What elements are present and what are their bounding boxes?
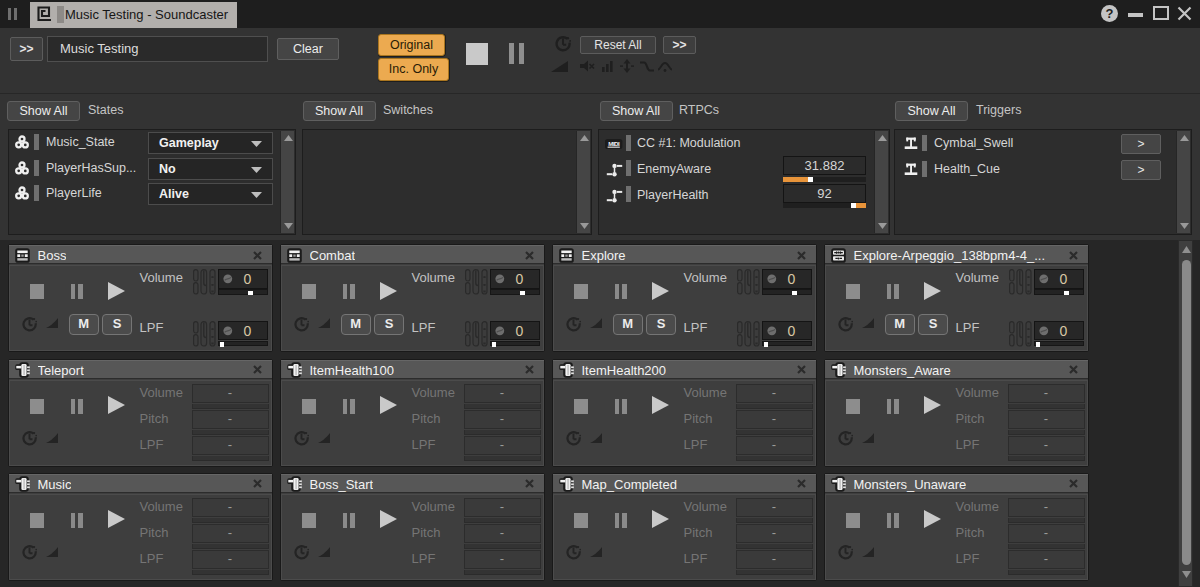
svg-text:MIDI: MIDI [608, 140, 620, 147]
